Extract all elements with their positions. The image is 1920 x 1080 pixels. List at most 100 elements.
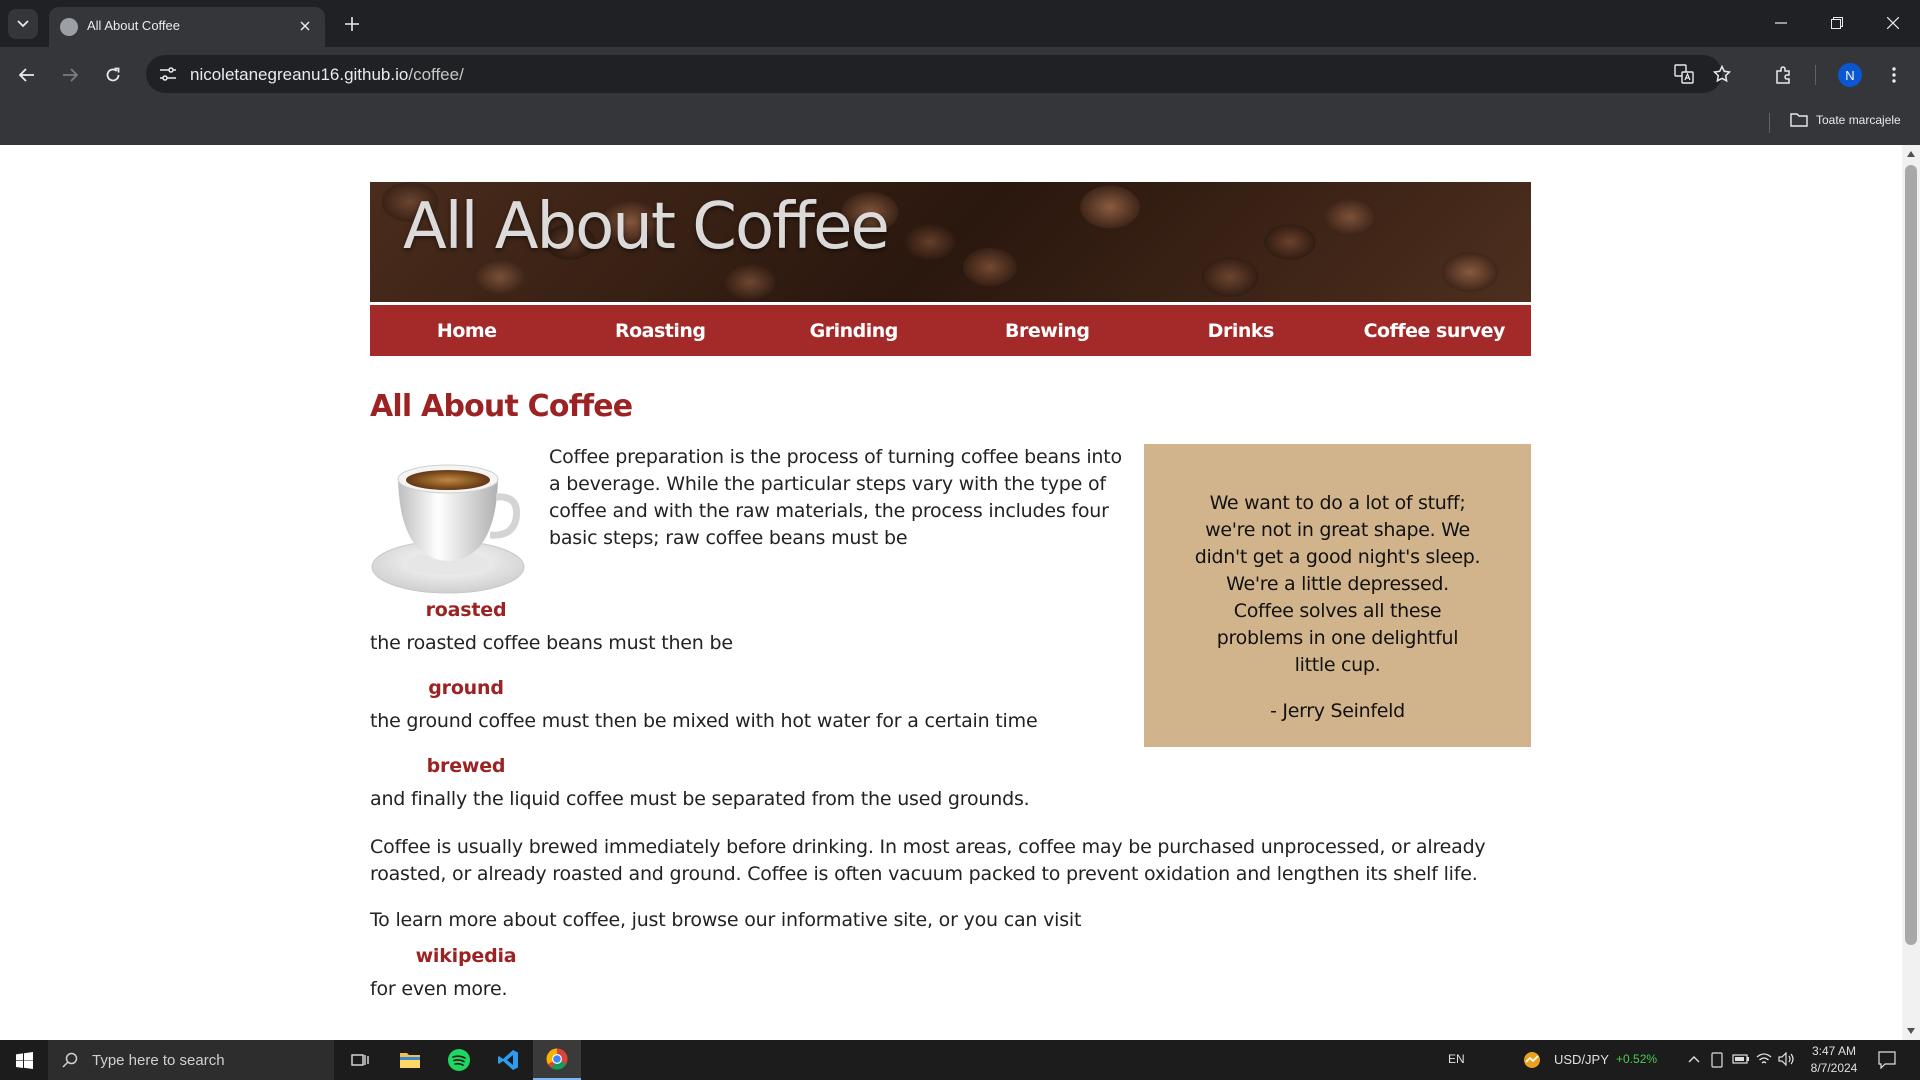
header-banner: All About Coffee (370, 182, 1531, 302)
main-content: We want to do a lot of stuff; we're not … (370, 444, 1531, 1018)
back-button[interactable] (11, 59, 43, 91)
windows-taskbar: Type here to search EN USD/JPY +0.52% 3:… (0, 1040, 1920, 1080)
even-more-text: for even more. (370, 978, 508, 1000)
page-title: All About Coffee (370, 389, 633, 424)
arrow-right-icon (63, 68, 78, 82)
toolbar-separator (1815, 65, 1816, 85)
search-icon (62, 1052, 78, 1068)
task-view-icon (351, 1054, 369, 1066)
nav-brewing[interactable]: Brewing (951, 320, 1145, 342)
ticker-symbol[interactable]: USD/JPY (1554, 1052, 1609, 1067)
browser-toolbar: nicoletanegreanu16.github.io/coffee/ N (0, 47, 1920, 103)
main-nav: Home Roasting Grinding Brewing Drinks Co… (370, 305, 1531, 356)
battery-icon[interactable] (1732, 1053, 1750, 1065)
site-info-button[interactable] (154, 60, 182, 88)
arrow-left-icon (19, 68, 34, 82)
taskbar-search-placeholder: Type here to search (92, 1051, 225, 1069)
plus-icon (345, 17, 359, 31)
scroll-up-arrow[interactable] (1907, 151, 1915, 157)
term-brewed: brewed (426, 755, 506, 777)
intro-paragraph: Coffee preparation is the process of tur… (549, 446, 1122, 549)
close-icon (1887, 17, 1899, 29)
minimize-button[interactable] (1758, 8, 1804, 38)
quote-author: - Jerry Seinfeld (1270, 700, 1405, 722)
all-bookmarks-label: Toate marcajele (1816, 113, 1901, 127)
clock-time: 3:47 AM (1811, 1044, 1857, 1058)
term-ground: ground (428, 677, 504, 699)
translate-icon (1674, 64, 1694, 84)
chrome-button[interactable] (533, 1040, 581, 1080)
quote-box: We want to do a lot of stuff; we're not … (1144, 444, 1531, 747)
taskbar-search[interactable]: Type here to search (48, 1040, 334, 1080)
url-host: nicoletanegreanu16.github.io (190, 65, 409, 84)
bookmarks-bar: Toate marcajele (0, 103, 1920, 145)
menu-button[interactable] (1878, 59, 1910, 91)
chrome-icon (546, 1048, 568, 1070)
nav-grinding[interactable]: Grinding (757, 320, 951, 342)
globe-icon (60, 18, 78, 36)
more-vert-icon (1892, 67, 1896, 83)
close-icon (300, 21, 310, 31)
close-window-button[interactable] (1870, 8, 1916, 38)
forward-button[interactable] (54, 59, 86, 91)
restore-icon (1831, 17, 1843, 29)
page-container: All About Coffee Home Roasting Grinding … (370, 182, 1531, 1018)
bookmarks-separator (1769, 113, 1770, 133)
windows-icon (15, 1051, 33, 1069)
vscode-button[interactable] (484, 1040, 532, 1080)
extensions-button[interactable] (1768, 59, 1800, 91)
vscode-icon (498, 1050, 518, 1070)
translate-button[interactable] (1670, 60, 1698, 88)
tune-icon (160, 67, 176, 81)
nav-coffee-survey[interactable]: Coffee survey (1338, 320, 1532, 342)
volume-icon[interactable] (1778, 1052, 1794, 1066)
tab-title: All About Coffee (87, 18, 180, 33)
nav-drinks[interactable]: Drinks (1144, 320, 1338, 342)
profile-avatar[interactable]: N (1838, 63, 1862, 87)
minimize-icon (1775, 22, 1787, 24)
task-view-button[interactable] (336, 1040, 384, 1080)
spotify-icon (448, 1049, 470, 1071)
all-bookmarks-button[interactable]: Toate marcajele (1790, 113, 1901, 127)
start-button[interactable] (0, 1040, 48, 1080)
system-clock[interactable]: 3:47 AM 8/7/2024 (1808, 1043, 1860, 1077)
chevron-down-icon (17, 20, 29, 28)
close-tab-button[interactable] (295, 16, 315, 36)
device-icon[interactable] (1710, 1052, 1724, 1068)
bookmark-star-button[interactable] (1708, 60, 1736, 88)
ticker-change: +0.52% (1616, 1052, 1658, 1066)
url-path: /coffee/ (408, 65, 464, 84)
url-text: nicoletanegreanu16.github.io/coffee/ (190, 65, 464, 85)
active-tab[interactable]: All About Coffee (49, 7, 325, 47)
star-icon (1713, 65, 1731, 83)
chevron-up-icon[interactable] (1688, 1055, 1700, 1063)
reload-button[interactable] (97, 59, 129, 91)
coffee-cup-image (371, 464, 525, 594)
nav-home[interactable]: Home (370, 320, 564, 342)
scroll-down-arrow[interactable] (1907, 1028, 1915, 1034)
scroll-thumb[interactable] (1905, 165, 1917, 945)
file-explorer-button[interactable] (386, 1040, 434, 1080)
quote-text: We want to do a lot of stuff; we're not … (1194, 492, 1481, 676)
notifications-icon[interactable] (1878, 1051, 1896, 1069)
wifi-icon[interactable] (1756, 1052, 1772, 1066)
folder-icon (1790, 113, 1808, 127)
learn-more-paragraph: To learn more about coffee, just browse … (370, 909, 1082, 931)
term-roasted: roasted (425, 599, 507, 621)
puzzle-icon (1776, 66, 1790, 84)
new-tab-button[interactable] (338, 10, 366, 38)
reload-icon (106, 67, 120, 82)
tab-search-button[interactable] (8, 9, 38, 39)
spotify-button[interactable] (435, 1040, 483, 1080)
language-indicator[interactable]: EN (1448, 1052, 1465, 1066)
restore-button[interactable] (1814, 8, 1860, 38)
folder-icon (400, 1053, 420, 1068)
tab-strip: All About Coffee (0, 0, 1920, 47)
currency-ticker-icon (1524, 1052, 1540, 1068)
clock-date: 8/7/2024 (1810, 1061, 1858, 1075)
page-scrollbar[interactable] (1902, 145, 1920, 1040)
nav-roasting[interactable]: Roasting (564, 320, 758, 342)
address-bar[interactable]: nicoletanegreanu16.github.io/coffee/ (146, 55, 1731, 93)
step-brewed: and finally the liquid coffee must be se… (370, 788, 1030, 810)
wikipedia-link[interactable]: wikipedia (370, 940, 562, 973)
